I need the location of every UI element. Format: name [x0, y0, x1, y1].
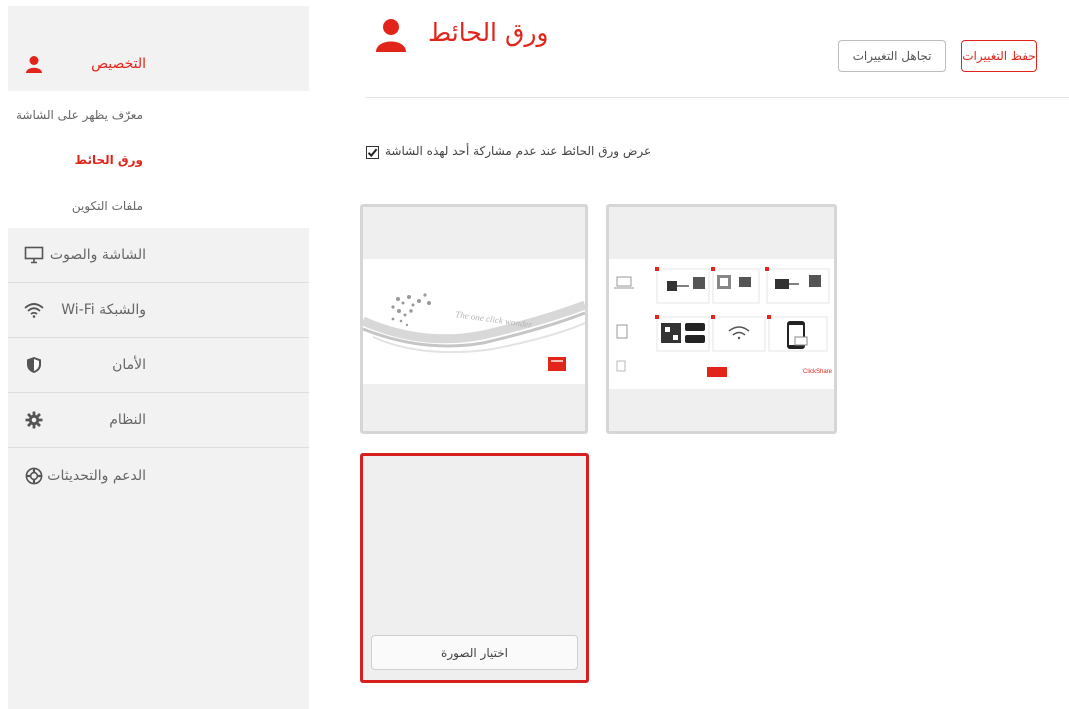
submenu-item-wallpaper[interactable]: ورق الحائط: [75, 153, 143, 167]
sidebar-item-personalization[interactable]: التخصيص: [8, 36, 309, 91]
show-wallpaper-checkbox[interactable]: [366, 146, 379, 159]
sidebar-item-label: الدعم والتحديثات: [47, 467, 146, 484]
wallpaper-tile-instructions[interactable]: ClickShare: [606, 204, 837, 434]
gear-icon: [24, 410, 44, 430]
monitor-icon: [24, 245, 44, 265]
submenu-item-config-files[interactable]: ملفات التكوين: [72, 199, 143, 213]
shield-icon: [24, 355, 44, 375]
submenu-item-onscreen-id[interactable]: معرّف يظهر على الشاشة: [16, 108, 143, 122]
wallpaper-preview-swoosh: The one click wonder: [361, 259, 587, 384]
sidebar-item-display-audio[interactable]: الشاشة والصوت: [8, 228, 309, 283]
sidebar: التخصيص معرّف يظهر على الشاشة ورق الحائط…: [8, 6, 309, 709]
personalization-submenu: معرّف يظهر على الشاشة ورق الحائط ملفات ا…: [8, 91, 309, 228]
clickshare-logo: ClickShare: [803, 369, 833, 375]
page-title: ورق الحائط: [428, 18, 549, 47]
check-icon: [367, 148, 378, 158]
sidebar-item-security[interactable]: الأمان: [8, 338, 309, 393]
discard-changes-button[interactable]: تجاهل التغييرات: [838, 40, 946, 72]
sidebar-item-label: الأمان: [112, 357, 146, 373]
save-changes-button[interactable]: حفظ التغييرات: [961, 40, 1037, 72]
show-wallpaper-label: عرض ورق الحائط عند عدم مشاركة أحد لهذه ا…: [385, 144, 652, 158]
lifebuoy-icon: [24, 466, 44, 486]
header-divider: [366, 97, 1069, 98]
choose-image-button[interactable]: اختيار الصورة: [371, 635, 578, 670]
sidebar-item-system[interactable]: النظام: [8, 393, 309, 448]
sidebar-item-label: الشاشة والصوت: [49, 247, 146, 263]
user-icon: [24, 54, 44, 74]
sidebar-item-label: والشبكة Wi-Fi: [61, 302, 146, 318]
user-icon: [375, 18, 407, 52]
wifi-icon: [24, 300, 44, 320]
wallpaper-preview-instructions: ClickShare: [609, 259, 834, 389]
wallpaper-tile-swoosh[interactable]: The one click wonder: [360, 204, 588, 434]
sidebar-item-label: التخصيص: [91, 55, 146, 72]
sidebar-item-label: النظام: [109, 412, 146, 428]
sidebar-item-support-updates[interactable]: الدعم والتحديثات: [8, 448, 309, 503]
sidebar-item-wifi-network[interactable]: والشبكة Wi-Fi: [8, 283, 309, 338]
wallpaper-caption: The one click wonder: [455, 309, 533, 330]
